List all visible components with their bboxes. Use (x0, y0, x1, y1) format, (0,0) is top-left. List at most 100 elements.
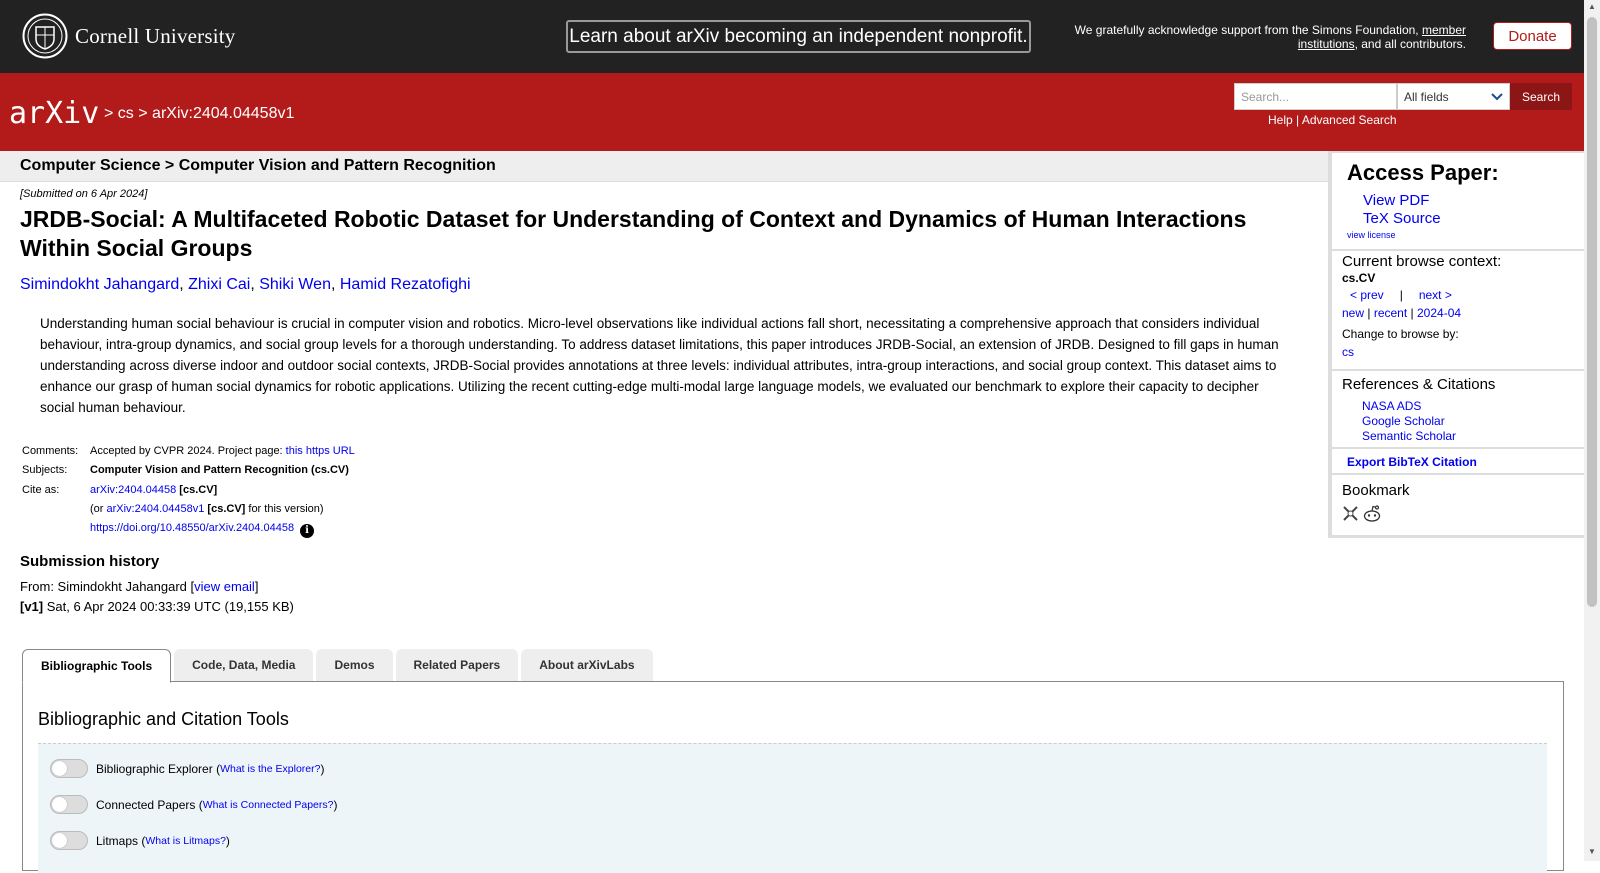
submitted-date: [Submitted on 6 Apr 2024] (20, 188, 148, 200)
tab-demos[interactable]: Demos (316, 649, 393, 681)
references-links: NASA ADS Google Scholar Semantic Scholar (1362, 399, 1456, 444)
scroll-down-icon[interactable]: ▼ (1586, 847, 1598, 859)
search-field-value: All fields (1404, 89, 1449, 104)
arxiv-logo-text: arXiv (9, 96, 99, 131)
cite-version-row: (or arXiv:2404.04458v1 [cs.CV] for this … (22, 500, 355, 519)
month-link[interactable]: 2024-04 (1417, 306, 1461, 320)
references-title: References & Citations (1342, 376, 1496, 393)
next-link[interactable]: next > (1419, 288, 1452, 302)
labs-tabs: Bibliographic Tools Code, Data, Media De… (22, 649, 656, 683)
tab-about-arxivlabs[interactable]: About arXivLabs (521, 649, 653, 681)
browse-lists: new | recent | 2024-04 (1342, 306, 1461, 320)
ack-suffix: , and all contributors. (1354, 37, 1466, 51)
metadata-table: Comments: Accepted by CVPR 2024. Project… (22, 442, 355, 539)
view-pdf-link[interactable]: View PDF (1363, 192, 1429, 209)
project-page-link[interactable]: this https URL (286, 445, 355, 457)
help-link[interactable]: Help (1268, 113, 1293, 127)
tab-code-data-media[interactable]: Code, Data, Media (174, 649, 314, 681)
browse-cs-link[interactable]: cs (1342, 345, 1354, 359)
reddit-icon[interactable] (1363, 505, 1381, 522)
view-license-link[interactable]: view license (1347, 230, 1396, 240)
nav-separator: | (1399, 288, 1403, 302)
nonprofit-announcement-button[interactable]: Learn about arXiv becoming an independen… (566, 20, 1031, 53)
bibsonomy-icon[interactable] (1342, 505, 1359, 522)
submission-history-title: Submission history (20, 553, 160, 570)
search-button[interactable]: Search (1510, 83, 1572, 110)
scrollbar-thumb[interactable] (1587, 17, 1597, 607)
acknowledgement-text: We gratefully acknowledge support from t… (1046, 23, 1466, 51)
change-browse-label: Change to browse by: (1342, 327, 1459, 341)
version-label[interactable]: [v1] (20, 599, 43, 614)
list-separator: | (1367, 306, 1371, 320)
tool-label: Bibliographic Explorer (96, 761, 213, 776)
subjects-text: Computer Vision and Pattern Recognition … (90, 464, 349, 477)
advanced-search-link[interactable]: Advanced Search (1302, 113, 1397, 127)
tool-help-link[interactable]: What is Litmaps? (145, 835, 226, 847)
breadcrumb-paper-id: arXiv:2404.04458v1 (152, 105, 295, 122)
tab-related-papers[interactable]: Related Papers (395, 649, 519, 681)
tab-bibliographic-tools[interactable]: Bibliographic Tools (22, 649, 172, 683)
chevron-down-icon (1491, 92, 1503, 100)
ack-prefix: We gratefully acknowledge support from t… (1074, 23, 1419, 37)
toggle-switch[interactable] (50, 795, 88, 814)
breadcrumb-separator: > (104, 105, 114, 122)
search-field-select[interactable]: All fields (1397, 83, 1510, 110)
toggle-switch[interactable] (50, 759, 88, 778)
tool-litmaps: Litmaps (What is Litmaps?) (50, 831, 230, 850)
arxiv-logo[interactable]: arXiv (9, 93, 100, 134)
tool-label: Connected Papers (96, 797, 196, 812)
tool-connected-papers: Connected Papers (What is Connected Pape… (50, 795, 338, 814)
cite-version-suffix: for this version) (245, 502, 324, 515)
info-icon[interactable]: i (300, 524, 315, 539)
cornell-seal-icon (22, 13, 68, 59)
view-email-link[interactable]: view email (194, 579, 255, 594)
semantic-scholar-link[interactable]: Semantic Scholar (1362, 429, 1456, 443)
google-scholar-link[interactable]: Google Scholar (1362, 414, 1445, 428)
breadcrumb: > cs > arXiv:2404.04458v1 (104, 105, 294, 123)
panel-title: Bibliographic and Citation Tools (38, 709, 289, 729)
nasa-ads-link[interactable]: NASA ADS (1362, 399, 1421, 413)
author-link[interactable]: Zhixi Cai (188, 276, 250, 293)
browse-nav: < prev | next > (1350, 288, 1452, 302)
cite-version-link[interactable]: arXiv:2404.04458v1 (107, 503, 205, 515)
breadcrumb-separator: > (138, 105, 148, 122)
toggle-switch[interactable] (50, 831, 88, 850)
abstract: Understanding human social behaviour is … (40, 316, 1279, 415)
cite-row: Cite as: arXiv:2404.04458 [cs.CV] (22, 481, 355, 500)
comments-row: Comments: Accepted by CVPR 2024. Project… (22, 442, 355, 461)
version-date: Sat, 6 Apr 2024 00:33:39 UTC (19,155 KB) (43, 599, 294, 614)
author-link[interactable]: Shiki Wen (259, 276, 331, 293)
tool-help-link[interactable]: What is the Explorer? (220, 763, 320, 775)
cite-or: (or (90, 502, 107, 515)
access-links: View PDF TeX Source (1363, 192, 1441, 228)
export-bibtex-link[interactable]: Export BibTeX Citation (1347, 455, 1477, 469)
tool-help-link[interactable]: What is Connected Papers? (203, 799, 334, 811)
tex-source-link[interactable]: TeX Source (1363, 210, 1441, 227)
search-input[interactable]: Search... (1234, 83, 1397, 110)
comments-text: Accepted by CVPR 2024. Project page: (90, 445, 286, 457)
donate-button[interactable]: Donate (1493, 22, 1572, 50)
tool-label: Litmaps (96, 833, 139, 848)
from-suffix: ] (254, 579, 259, 594)
list-separator: | (1410, 306, 1414, 320)
breadcrumb-cs[interactable]: cs (118, 105, 134, 122)
author-link[interactable]: Simindokht Jahangard (20, 276, 179, 293)
recent-link[interactable]: recent (1374, 306, 1407, 320)
cite-id-link[interactable]: arXiv:2404.04458 (90, 484, 176, 496)
cite-cat: [cs.CV] (179, 483, 218, 496)
author-list: Simindokht Jahangard, Zhixi Cai, Shiki W… (20, 276, 471, 293)
browse-context-category: cs.CV (1342, 271, 1376, 285)
subjects-row: Subjects: Computer Vision and Pattern Re… (22, 461, 355, 480)
submission-history: From: Simindokht Jahangard [view email] … (20, 577, 294, 617)
author-link[interactable]: Hamid Rezatofighi (340, 276, 471, 293)
doi-link[interactable]: https://doi.org/10.48550/arXiv.2404.0445… (90, 522, 294, 534)
bookmark-icons (1342, 505, 1381, 522)
from-text: From: Simindokht Jahangard [ (20, 579, 195, 594)
subject-header-text: Computer Science > Computer Vision and P… (20, 157, 496, 174)
doi-row: https://doi.org/10.48550/arXiv.2404.0445… (22, 519, 355, 539)
scroll-up-icon[interactable]: ▲ (1586, 2, 1598, 14)
cite-label: Cite as: (22, 483, 60, 496)
new-link[interactable]: new (1342, 306, 1364, 320)
cornell-logo[interactable]: Cornell University (22, 13, 236, 59)
prev-link[interactable]: < prev (1350, 288, 1384, 302)
